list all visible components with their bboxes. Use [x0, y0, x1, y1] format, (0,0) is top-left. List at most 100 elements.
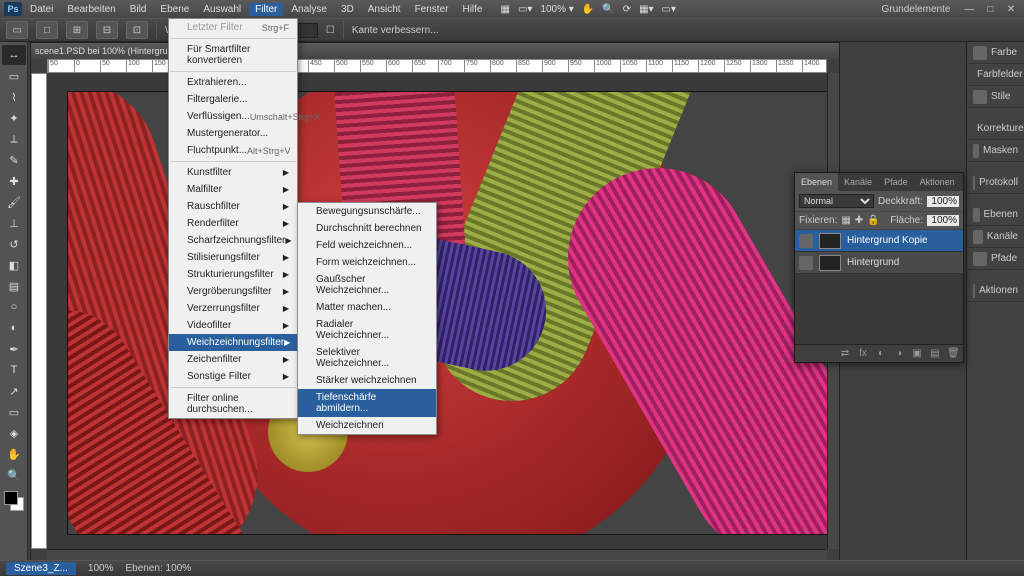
menu-datei[interactable]: Datei: [24, 3, 59, 16]
gradient-tool[interactable]: ▤: [2, 276, 26, 296]
blur-tool[interactable]: ○: [2, 297, 26, 317]
menu-item[interactable]: Verflüssigen...Umschalt+Strg+X: [169, 108, 297, 125]
dodge-tool[interactable]: ◐: [2, 318, 26, 338]
dock-item[interactable]: Masken: [967, 140, 1024, 162]
menu-item[interactable]: Extrahieren...: [169, 74, 297, 91]
selection-mode-new-icon[interactable]: □: [36, 21, 58, 39]
menu-analyse[interactable]: Analyse: [285, 3, 333, 16]
menu-item[interactable]: Rauschfilter▶: [169, 198, 297, 215]
layer-thumb[interactable]: [819, 233, 841, 249]
submenu-item[interactable]: Durchschnitt berechnen: [298, 220, 436, 237]
submenu-item[interactable]: Form weichzeichnen...: [298, 254, 436, 271]
menu-item[interactable]: Weichzeichnungsfilter▶: [169, 334, 297, 351]
antialias-checkbox[interactable]: ☐: [326, 25, 335, 36]
zoom-readout[interactable]: 100%: [88, 563, 114, 574]
close-button[interactable]: ✕: [1002, 4, 1020, 15]
layer-thumb[interactable]: [819, 255, 841, 271]
zoom-level-dropdown[interactable]: 100% ▾: [540, 4, 573, 15]
arrange-docs-icon[interactable]: ▦▾: [639, 4, 653, 15]
mask-icon[interactable]: ◐: [875, 348, 887, 359]
menu-filter[interactable]: Filter: [249, 3, 283, 16]
lock-all-icon[interactable]: 🔒: [867, 215, 879, 226]
dock-item[interactable]: Korrekturen: [967, 118, 1024, 140]
tab-aktionen[interactable]: Aktionen: [914, 173, 961, 191]
menu-item[interactable]: Für Smartfilter konvertieren: [169, 41, 297, 69]
menu-item[interactable]: Stilisierungsfilter▶: [169, 249, 297, 266]
stamp-tool[interactable]: ⊥: [2, 213, 26, 233]
layer-item[interactable]: Hintergrund: [795, 252, 963, 274]
menu-item[interactable]: Filter online durchsuchen...: [169, 390, 297, 418]
maximize-button[interactable]: □: [981, 4, 999, 15]
submenu-item[interactable]: Bewegungsunschärfe...: [298, 203, 436, 220]
menu-3d[interactable]: 3D: [335, 3, 360, 16]
dock-item[interactable]: Protokoll: [967, 172, 1024, 194]
move-tool[interactable]: ↔: [2, 45, 26, 65]
menu-item[interactable]: Strukturierungsfilter▶: [169, 266, 297, 283]
menu-item[interactable]: Videofilter▶: [169, 317, 297, 334]
opacity-value[interactable]: 100%: [927, 196, 959, 207]
heal-tool[interactable]: ✚: [2, 171, 26, 191]
trash-icon[interactable]: 🗑: [947, 348, 959, 359]
adjustment-icon[interactable]: ◑: [893, 348, 905, 359]
selection-mode-sub-icon[interactable]: ⊟: [96, 21, 118, 39]
visibility-icon[interactable]: [799, 234, 813, 248]
screen-mode-icon[interactable]: ▭▾: [662, 4, 676, 15]
workspace-name[interactable]: Grundelemente: [874, 4, 959, 15]
menu-item[interactable]: Vergröberungsfilter▶: [169, 283, 297, 300]
menu-item[interactable]: Kunstfilter▶: [169, 164, 297, 181]
fill-value[interactable]: 100%: [927, 215, 959, 226]
rotate-view-icon[interactable]: ⟳: [623, 4, 631, 15]
tool-preset-icon[interactable]: ▭: [6, 21, 28, 39]
submenu-item[interactable]: Feld weichzeichnen...: [298, 237, 436, 254]
dock-item[interactable]: Farbe: [967, 42, 1024, 64]
lock-pixels-icon[interactable]: ▦: [841, 215, 850, 226]
menu-item[interactable]: Letzter FilterStrg+F: [169, 19, 297, 36]
layer-name[interactable]: Hintergrund: [847, 257, 899, 268]
canvas-viewport[interactable]: [47, 73, 827, 549]
document-titlebar[interactable]: scene1.PSD bei 100% (Hintergrund Kopie..…: [31, 43, 839, 59]
visibility-icon[interactable]: [799, 256, 813, 270]
menu-ansicht[interactable]: Ansicht: [362, 3, 407, 16]
menu-item[interactable]: Filtergalerie...: [169, 91, 297, 108]
lasso-tool[interactable]: ⌇: [2, 87, 26, 107]
menu-item[interactable]: Fluchtpunkt...Alt+Strg+V: [169, 142, 297, 159]
pen-tool[interactable]: ✒: [2, 339, 26, 359]
menu-item[interactable]: Mustergenerator...: [169, 125, 297, 142]
dock-item[interactable]: Pfade: [967, 248, 1024, 270]
tab-pfade[interactable]: Pfade: [878, 173, 914, 191]
crop-tool[interactable]: ⟂: [2, 129, 26, 149]
blend-mode-select[interactable]: Normal: [799, 194, 874, 208]
refine-edge-button[interactable]: Kante verbessern...: [352, 25, 439, 36]
dock-item[interactable]: Stile: [967, 86, 1024, 108]
brush-tool[interactable]: 🖌: [2, 192, 26, 212]
menu-item[interactable]: Scharfzeichnungsfilter▶: [169, 232, 297, 249]
hand-tool[interactable]: ✋: [2, 444, 26, 464]
menu-item[interactable]: Verzerrungsfilter▶: [169, 300, 297, 317]
layer-name[interactable]: Hintergrund Kopie: [847, 235, 928, 246]
path-tool[interactable]: ↗: [2, 381, 26, 401]
dock-item[interactable]: Aktionen: [967, 280, 1024, 302]
menu-bild[interactable]: Bild: [124, 3, 153, 16]
menu-item[interactable]: Sonstige Filter▶: [169, 368, 297, 385]
menu-item[interactable]: Zeichenfilter▶: [169, 351, 297, 368]
minimize-button[interactable]: —: [960, 4, 978, 15]
history-brush-tool[interactable]: ↺: [2, 234, 26, 254]
launch-bridge-icon[interactable]: ▦: [500, 4, 509, 15]
dock-item[interactable]: Kanäle: [967, 226, 1024, 248]
tab-ebenen[interactable]: Ebenen: [795, 173, 838, 191]
dock-item[interactable]: Farbfelder: [967, 64, 1024, 86]
3d-tool[interactable]: ◈: [2, 423, 26, 443]
menu-hilfe[interactable]: Hilfe: [456, 3, 488, 16]
tab-kanaele[interactable]: Kanäle: [838, 173, 878, 191]
zoom-tool[interactable]: 🔍: [2, 465, 26, 485]
zoom-tool-icon[interactable]: 🔍: [602, 4, 614, 15]
taskbar-tab[interactable]: Szene3_Z...: [6, 562, 76, 575]
doc-info[interactable]: Ebenen: 100%: [126, 563, 192, 574]
color-swatches[interactable]: [4, 491, 24, 511]
dock-item[interactable]: Ebenen: [967, 204, 1024, 226]
group-icon[interactable]: ▣: [911, 348, 923, 359]
submenu-item[interactable]: Selektiver Weichzeichner...: [298, 344, 436, 372]
submenu-item[interactable]: Weichzeichnen: [298, 417, 436, 434]
menu-ebene[interactable]: Ebene: [154, 3, 195, 16]
view-extras-icon[interactable]: ▭▾: [518, 4, 532, 15]
